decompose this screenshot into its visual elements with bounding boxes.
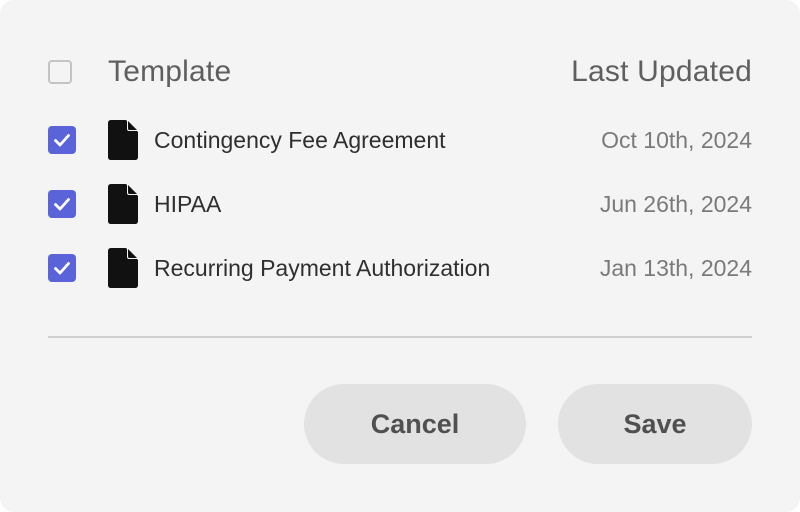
template-date: Jun 26th, 2024 (599, 190, 752, 217)
table-row[interactable]: Contingency Fee Agreement Oct 10th, 2024 (48, 108, 752, 172)
divider (48, 336, 752, 338)
template-name: HIPAA (154, 190, 222, 217)
document-icon (108, 248, 138, 288)
column-header-last-updated: Last Updated (571, 55, 752, 88)
template-name: Recurring Payment Authorization (154, 254, 491, 281)
column-header-template: Template (108, 55, 232, 88)
document-icon (108, 184, 138, 224)
row-checkbox[interactable] (48, 126, 76, 154)
template-date: Oct 10th, 2024 (601, 126, 752, 153)
row-checkbox[interactable] (48, 190, 76, 218)
cancel-button[interactable]: Cancel (304, 384, 526, 464)
template-selection-dialog: Template Last Updated Contingency Fee Ag… (0, 0, 800, 512)
save-button[interactable]: Save (558, 384, 752, 464)
table-row[interactable]: Recurring Payment Authorization Jan 13th… (48, 236, 752, 300)
template-date: Jan 13th, 2024 (599, 254, 752, 281)
table-row[interactable]: HIPAA Jun 26th, 2024 (48, 172, 752, 236)
select-all-checkbox[interactable] (48, 60, 72, 84)
template-name: Contingency Fee Agreement (154, 126, 446, 153)
checkmark-icon (54, 134, 70, 147)
row-checkbox[interactable] (48, 254, 76, 282)
template-list: Contingency Fee Agreement Oct 10th, 2024… (48, 108, 752, 300)
checkmark-icon (54, 198, 70, 211)
table-header: Template Last Updated (48, 48, 752, 96)
document-icon (108, 120, 138, 160)
checkmark-icon (54, 262, 70, 275)
